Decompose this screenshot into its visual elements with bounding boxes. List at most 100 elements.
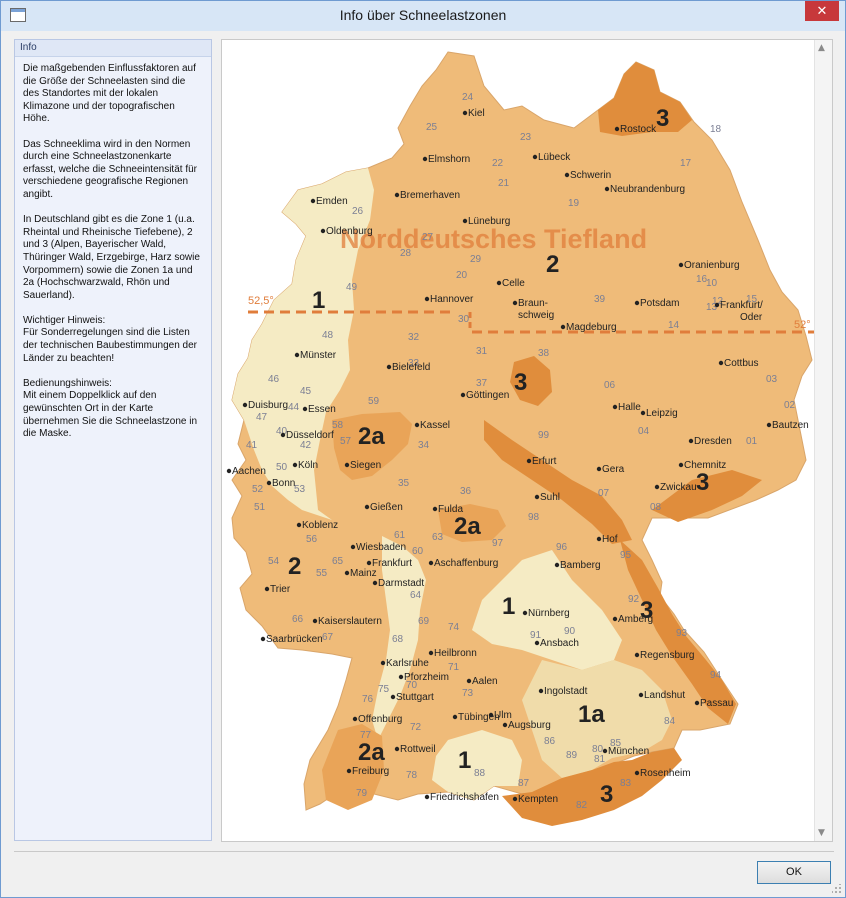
city-label[interactable]: Aachen — [232, 466, 266, 477]
city-dot-icon[interactable] — [460, 392, 466, 398]
city-dot-icon[interactable] — [398, 674, 404, 680]
city-dot-icon[interactable] — [260, 636, 266, 642]
city-label[interactable]: Ansbach — [540, 638, 579, 649]
city-label[interactable]: Nürnberg — [528, 608, 570, 619]
city-marker[interactable]: Landshut — [638, 690, 686, 701]
city-dot-icon[interactable] — [714, 302, 720, 308]
city-label[interactable]: Fulda — [438, 504, 463, 515]
city-label[interactable]: Stuttgart — [396, 692, 434, 703]
city-marker[interactable]: Lübeck — [532, 152, 571, 163]
city-dot-icon[interactable] — [502, 722, 508, 728]
city-label[interactable]: Rottweil — [400, 744, 436, 755]
city-dot-icon[interactable] — [432, 506, 438, 512]
city-label[interactable]: Köln — [298, 460, 318, 471]
city-marker[interactable]: Karlsruhe — [380, 658, 429, 669]
city-label[interactable]: Emden — [316, 196, 348, 207]
city-label[interactable]: Göttingen — [466, 390, 509, 401]
city-label[interactable]: Bamberg — [560, 560, 601, 571]
city-dot-icon[interactable] — [654, 484, 660, 490]
city-marker[interactable]: Münster — [294, 350, 337, 361]
city-dot-icon[interactable] — [302, 406, 308, 412]
city-marker[interactable]: Amberg — [612, 614, 653, 625]
city-marker[interactable]: Aschaffenburg — [428, 558, 499, 569]
city-label[interactable]: Kempten — [518, 794, 558, 805]
city-dot-icon[interactable] — [424, 296, 430, 302]
city-dot-icon[interactable] — [554, 562, 560, 568]
city-label[interactable]: Aalen — [472, 676, 498, 687]
city-marker[interactable]: Passau — [694, 698, 734, 709]
city-marker[interactable]: Wiesbaden — [350, 542, 406, 553]
city-label[interactable]: Chemnitz — [684, 460, 726, 471]
city-dot-icon[interactable] — [534, 640, 540, 646]
city-label[interactable]: Kiel — [468, 108, 485, 119]
city-dot-icon[interactable] — [226, 468, 232, 474]
city-dot-icon[interactable] — [634, 652, 640, 658]
city-dot-icon[interactable] — [266, 480, 272, 486]
city-dot-icon[interactable] — [602, 748, 608, 754]
city-dot-icon[interactable] — [564, 172, 570, 178]
city-marker[interactable]: Mainz — [344, 568, 377, 579]
city-marker[interactable]: Rottweil — [394, 744, 436, 755]
city-marker[interactable]: Gießen — [364, 502, 403, 513]
city-marker[interactable]: Siegen — [344, 460, 381, 471]
city-dot-icon[interactable] — [320, 228, 326, 234]
city-marker[interactable]: Dresden — [688, 436, 732, 447]
city-dot-icon[interactable] — [634, 300, 640, 306]
city-marker[interactable]: Nürnberg — [522, 608, 570, 619]
city-label[interactable]: Frankfurt — [372, 558, 412, 569]
city-label[interactable]: Potsdam — [640, 298, 679, 309]
city-marker[interactable]: München — [602, 746, 649, 757]
city-dot-icon[interactable] — [394, 746, 400, 752]
city-label[interactable]: Leipzig — [646, 408, 678, 419]
city-marker[interactable]: Fulda — [432, 504, 464, 515]
city-label[interactable]: Wiesbaden — [356, 542, 406, 553]
city-marker[interactable]: Aalen — [466, 676, 498, 687]
city-marker[interactable]: Potsdam — [634, 298, 680, 309]
city-label[interactable]: Trier — [270, 584, 291, 595]
city-marker[interactable]: Koblenz — [296, 520, 338, 531]
city-marker[interactable]: Offenburg — [352, 714, 402, 725]
city-dot-icon[interactable] — [380, 660, 386, 666]
city-label[interactable]: Dresden — [694, 436, 732, 447]
city-dot-icon[interactable] — [364, 504, 370, 510]
city-marker[interactable]: Oldenburg — [320, 226, 373, 237]
snow-load-zone-map[interactable]: Norddeutsches Tiefland 52,5° 52° 24 25 23 1… — [221, 39, 833, 842]
city-marker[interactable]: Rostock — [614, 124, 657, 135]
city-label[interactable]: Magdeburg — [566, 322, 617, 333]
city-dot-icon[interactable] — [718, 360, 724, 366]
city-marker[interactable]: Ingolstadt — [538, 686, 588, 697]
city-marker[interactable]: Aachen — [226, 466, 266, 477]
city-dot-icon[interactable] — [522, 610, 528, 616]
city-marker[interactable]: Neubrandenburg — [604, 184, 685, 195]
city-dot-icon[interactable] — [534, 494, 540, 500]
city-label[interactable]: Regensburg — [640, 650, 694, 661]
city-label[interactable]: Gera — [602, 464, 625, 475]
city-dot-icon[interactable] — [292, 462, 298, 468]
city-marker[interactable]: Düsseldorf — [280, 430, 334, 441]
city-label[interactable]: Rostock — [620, 124, 657, 135]
city-marker[interactable]: Elmshorn — [422, 154, 470, 165]
city-marker[interactable]: Magdeburg — [560, 322, 617, 333]
city-dot-icon[interactable] — [688, 438, 694, 444]
city-label[interactable]: Koblenz — [302, 520, 338, 531]
city-marker[interactable]: Bautzen — [766, 420, 809, 431]
scroll-up-arrow-icon[interactable]: ▲ — [818, 43, 825, 53]
resize-grip-icon[interactable] — [832, 884, 842, 894]
city-dot-icon[interactable] — [526, 458, 532, 464]
city-dot-icon[interactable] — [512, 796, 518, 802]
city-label[interactable]: Kassel — [420, 420, 450, 431]
city-label[interactable]: Darmstadt — [378, 578, 424, 589]
city-marker[interactable]: Rosenheim — [634, 768, 691, 779]
city-dot-icon[interactable] — [296, 522, 302, 528]
city-dot-icon[interactable] — [390, 694, 396, 700]
city-marker[interactable]: Chemnitz — [678, 460, 726, 471]
city-dot-icon[interactable] — [612, 616, 618, 622]
city-dot-icon[interactable] — [310, 198, 316, 204]
city-label[interactable]: Gießen — [370, 502, 403, 513]
city-label[interactable]: Zwickau — [660, 482, 697, 493]
city-label[interactable]: Duisburg — [248, 400, 288, 411]
city-marker[interactable]: Freiburg — [346, 766, 389, 777]
city-label[interactable]: Schwerin — [570, 170, 611, 181]
city-label[interactable]: Augsburg — [508, 720, 551, 731]
city-label[interactable]: Oder — [740, 312, 763, 323]
